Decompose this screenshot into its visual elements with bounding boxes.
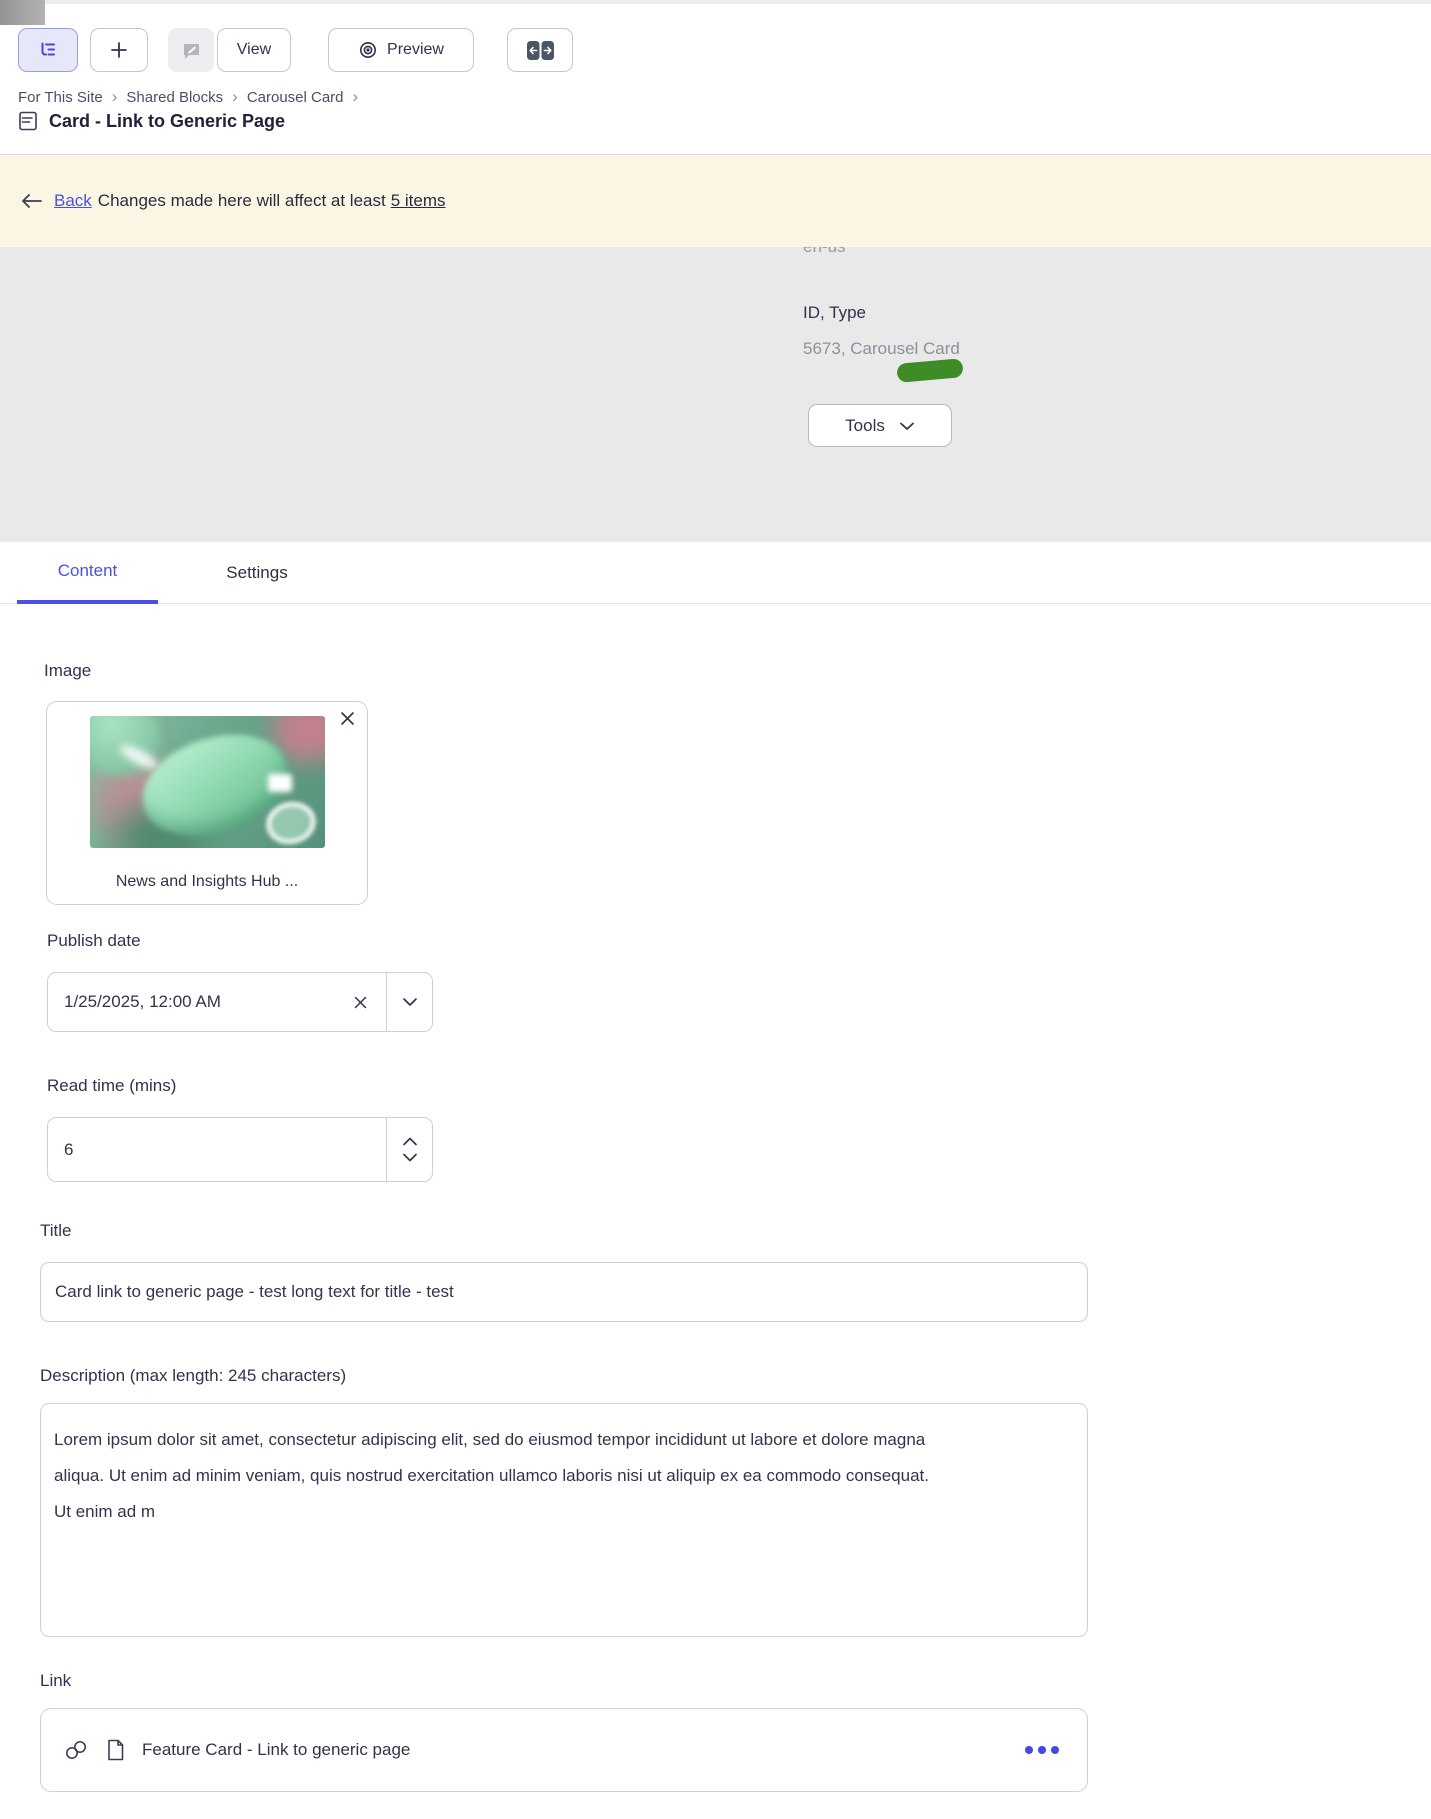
- read-time-stepper: [386, 1118, 432, 1181]
- top-edge-strip: [0, 0, 1431, 4]
- back-link[interactable]: Back: [54, 191, 92, 211]
- language-code: en-us: [803, 247, 846, 257]
- breadcrumb-separator: ›: [352, 87, 359, 106]
- link-item-row[interactable]: Feature Card - Link to generic page: [40, 1708, 1088, 1792]
- publish-date-input[interactable]: 1/25/2025, 12:00 AM: [47, 972, 433, 1032]
- image-caption: News and Insights Hub ...: [115, 873, 299, 890]
- comment-pencil-icon: [181, 40, 202, 60]
- image-thumbnail[interactable]: [90, 716, 325, 848]
- date-picker-dropdown-button[interactable]: [386, 973, 432, 1031]
- affected-items-link[interactable]: 5 items: [391, 191, 446, 211]
- chevron-down-icon: [899, 421, 915, 431]
- thumbnail-glint: [268, 774, 292, 792]
- comment-edit-button[interactable]: [168, 28, 214, 72]
- breadcrumb-separator: ›: [232, 87, 238, 106]
- notice-bar: Back Changes made here will affect at le…: [0, 154, 1431, 247]
- page-title-row: Card - Link to Generic Page: [16, 109, 285, 133]
- title-field-label: Title: [40, 1221, 72, 1240]
- description-field-label: Description (max length: 245 characters): [40, 1366, 347, 1385]
- stepper-down-button[interactable]: [402, 1153, 418, 1162]
- view-button-label: View: [236, 41, 272, 58]
- image-card: News and Insights Hub ...: [46, 701, 368, 905]
- read-time-label: Read time (mins): [47, 1076, 177, 1095]
- tab-content[interactable]: Content: [17, 542, 158, 604]
- breadcrumb: For This Site › Shared Blocks › Carousel…: [18, 87, 358, 107]
- link-item-text: Feature Card - Link to generic page: [142, 1740, 411, 1759]
- green-marker-scribble: [896, 358, 964, 383]
- link-field-label: Link: [40, 1671, 72, 1690]
- preview-button[interactable]: Preview: [328, 28, 474, 72]
- chain-link-icon: [63, 1738, 89, 1762]
- image-field-label: Image: [44, 661, 92, 680]
- expand-arrows-icon: [526, 40, 554, 60]
- breadcrumb-item-shared-blocks[interactable]: Shared Blocks: [126, 89, 223, 106]
- id-type-label: ID, Type: [803, 303, 866, 322]
- breadcrumb-item-for-this-site[interactable]: For This Site: [18, 89, 103, 106]
- expand-toggle-button[interactable]: [507, 28, 573, 72]
- tab-settings[interactable]: Settings: [183, 542, 331, 604]
- read-time-value: 6: [64, 1139, 74, 1159]
- description-textarea[interactable]: Lorem ipsum dolor sit amet, consectetur …: [40, 1403, 1088, 1637]
- view-button[interactable]: View: [217, 28, 291, 72]
- read-time-input[interactable]: 6: [47, 1117, 433, 1182]
- tab-bar: Content Settings: [0, 542, 1431, 604]
- clear-date-button[interactable]: [353, 995, 368, 1010]
- cms-edit-page: View Preview For This Site › Shared Bloc…: [0, 0, 1431, 1819]
- top-corner-block: [0, 0, 45, 25]
- preview-meta-panel: en-us ID, Type 5673, Carousel Card Tools: [0, 247, 1431, 542]
- plus-icon: [109, 40, 129, 60]
- block-document-icon: [16, 109, 40, 133]
- remove-image-button[interactable]: [339, 710, 356, 727]
- back-arrow-icon: [20, 192, 44, 210]
- add-button[interactable]: [90, 28, 148, 72]
- page-title: Card - Link to Generic Page: [49, 110, 286, 131]
- notice-message: Changes made here will affect at least: [97, 191, 386, 210]
- link-more-menu-button[interactable]: [1025, 1746, 1059, 1754]
- tools-button-label: Tools: [845, 415, 885, 435]
- eye-icon: [358, 40, 378, 60]
- publish-date-label: Publish date: [47, 931, 141, 950]
- breadcrumb-separator: ›: [111, 87, 118, 106]
- breadcrumb-item-carousel-card[interactable]: Carousel Card: [247, 89, 344, 106]
- title-input[interactable]: [40, 1262, 1088, 1322]
- stepper-up-button[interactable]: [402, 1137, 418, 1146]
- id-type-value: 5673, Carousel Card: [803, 339, 960, 358]
- tree-structure-icon: [38, 40, 58, 60]
- publish-date-value: 1/25/2025, 12:00 AM: [64, 992, 221, 1011]
- preview-button-label: Preview: [387, 41, 444, 58]
- chevron-down-icon: [402, 997, 418, 1007]
- tree-view-button[interactable]: [18, 28, 78, 72]
- page-icon: [105, 1738, 126, 1762]
- tools-button[interactable]: Tools: [808, 404, 952, 447]
